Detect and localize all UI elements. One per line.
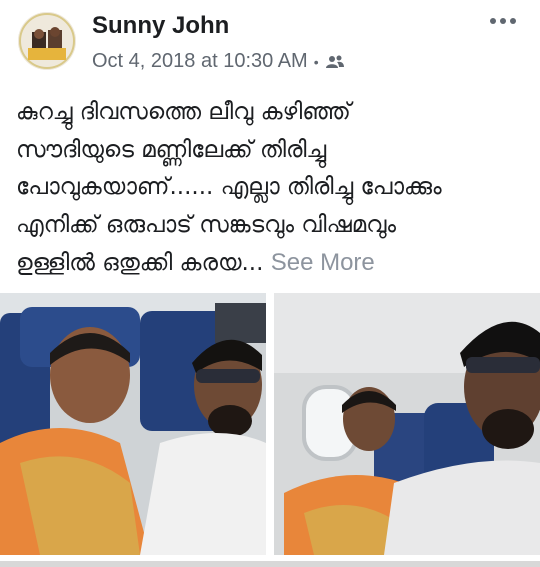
post-text-line: എനിക്ക് ഒരുപാട് സങ്കടവും വിഷമവും (16, 211, 397, 238)
post-text-line: കുറച്ചു ദിവസത്തെ ലീവു കഴിഞ്ഞ് (16, 99, 351, 125)
meta-separator: • (313, 53, 319, 70)
author-avatar[interactable] (18, 12, 76, 70)
post-text-line: സൗദിയുടെ മണ്ണിലേക്ക് തിരിച്ചു (16, 136, 327, 163)
more-options-icon[interactable] (488, 14, 518, 28)
post-text-line-last: ഉള്ളിൽ ഒതുക്കി കരയ... See More (16, 244, 528, 283)
post-body: കുറച്ചു ദിവസത്തെ ലീവു കഴിഞ്ഞ് സൗദിയുടെ മ… (16, 94, 528, 283)
author-name[interactable]: Sunny John (92, 12, 229, 40)
friends-icon[interactable] (325, 54, 345, 70)
post-timestamp[interactable]: Oct 4, 2018 at 10:30 AM (92, 50, 308, 73)
post-meta: Oct 4, 2018 at 10:30 AM • (92, 50, 345, 73)
post-photo-1[interactable] (0, 293, 266, 555)
post-photo-strip[interactable] (0, 561, 540, 567)
post-text-line-4: ഉള്ളിൽ ഒതുക്കി കരയ... (16, 250, 264, 276)
post-text-line: പോവുകയാണ്...... എല്ലാ തിരിച്ചു പോക്കും (16, 174, 442, 200)
see-more-link[interactable]: See More (271, 249, 375, 276)
post-photo-2[interactable] (274, 293, 540, 555)
